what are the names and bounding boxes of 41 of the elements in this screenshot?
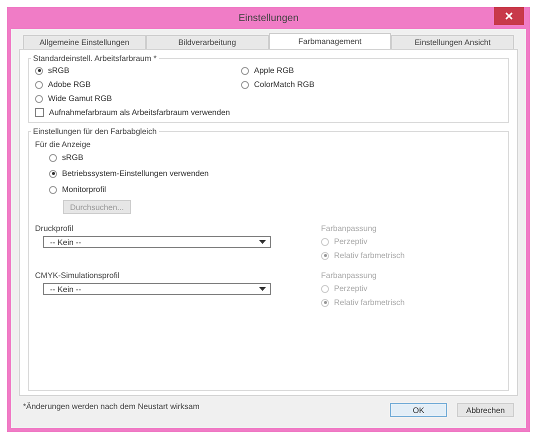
radio-button[interactable]	[241, 66, 249, 74]
option-label: Apple RGB	[254, 66, 294, 75]
radio-button[interactable]	[49, 170, 57, 178]
field-label: Druckprofil	[35, 224, 74, 233]
window-title: Einstellungen	[238, 12, 299, 24]
option-label: Relativ farbmetrisch	[334, 298, 405, 307]
option-label: Monitorprofil	[62, 185, 106, 194]
tab[interactable]: Allgemeine Einstellungen	[23, 35, 146, 49]
checkbox[interactable]	[35, 108, 44, 117]
option-label: sRGB	[62, 153, 84, 162]
option-label: Wide Gamut RGB	[48, 94, 112, 103]
group-title: Standardeinstell. Arbeitsfarbraum *	[32, 54, 158, 63]
option-label: Relativ farbmetrisch	[334, 251, 405, 260]
radio-button[interactable]	[35, 80, 43, 88]
option-label: Perzeptiv	[334, 284, 368, 293]
radio-button[interactable]	[241, 80, 249, 88]
intent-title: Farbanpassung	[321, 224, 378, 233]
tab[interactable]: Bildverarbeitung	[146, 35, 268, 49]
checkbox-label: Aufnahmefarbraum als Arbeitsfarbraum verwenden	[49, 108, 230, 117]
tab[interactable]: Farbmanagement	[268, 33, 392, 49]
tab[interactable]: Einstellungen Ansicht	[391, 35, 514, 49]
caret-icon	[259, 240, 266, 244]
radio-button[interactable]	[49, 154, 57, 162]
footer-note: *Änderungen werden nach dem Neustart wirksam	[23, 402, 200, 410]
group-title: Einstellungen für den Farbabgleich	[32, 127, 158, 136]
field-label: CMYK-Simulationsprofil	[35, 271, 120, 280]
radio-button[interactable]	[35, 66, 43, 74]
intent-title: Farbanpassung	[321, 271, 378, 280]
caret-icon	[259, 287, 266, 291]
close-icon	[505, 12, 513, 20]
option-label: Betriebssystem-Einstellungen verwenden	[62, 169, 209, 178]
option-label: ColorMatch RGB	[254, 80, 314, 89]
option-label: Adobe RGB	[48, 80, 91, 89]
cancel-button[interactable]: Abbrechen	[457, 403, 514, 417]
option-label: sRGB	[48, 66, 70, 75]
section-label: Für die Anzeige	[35, 140, 92, 149]
close-button[interactable]	[494, 7, 524, 25]
radio-button[interactable]	[35, 94, 43, 102]
ok-button[interactable]: OK	[390, 403, 447, 417]
option-label: Perzeptiv	[334, 237, 368, 246]
radio-button[interactable]	[49, 186, 57, 194]
